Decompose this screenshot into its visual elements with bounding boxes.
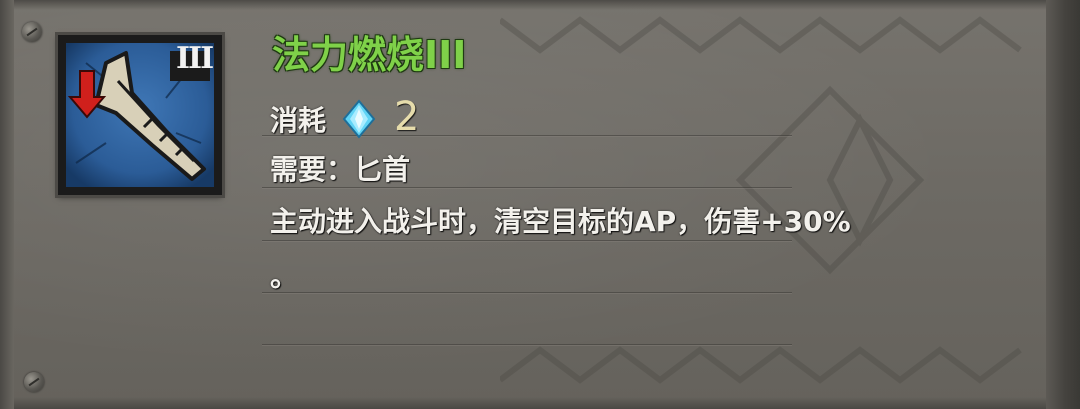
frame-right-edge <box>1046 0 1080 409</box>
rivet-top-left <box>22 22 42 42</box>
skill-tooltip-panel: III 法力燃烧III 消耗 2 需要：匕首 主动进入战斗时，清空目标的AP，伤… <box>0 0 1080 409</box>
skill-icon-frame: III <box>58 35 222 195</box>
ruled-line <box>262 292 792 293</box>
cost-label: 消耗 <box>270 104 327 137</box>
tier-badge: III <box>176 41 214 76</box>
ruled-line <box>262 344 792 345</box>
description-line-2: 。 <box>270 260 299 293</box>
frame-left-edge <box>0 0 14 409</box>
mana-crystal-icon <box>342 99 376 139</box>
description-line-1: 主动进入战斗时，清空目标的AP，伤害+30% <box>270 205 851 238</box>
rivet-bottom-left <box>24 372 44 392</box>
requirement-text: 需要：匕首 <box>270 153 411 186</box>
cost-row: 消耗 2 <box>270 94 420 142</box>
skill-title: 法力燃烧III <box>272 33 467 77</box>
cost-value: 2 <box>394 94 420 140</box>
ruled-line <box>262 240 792 241</box>
